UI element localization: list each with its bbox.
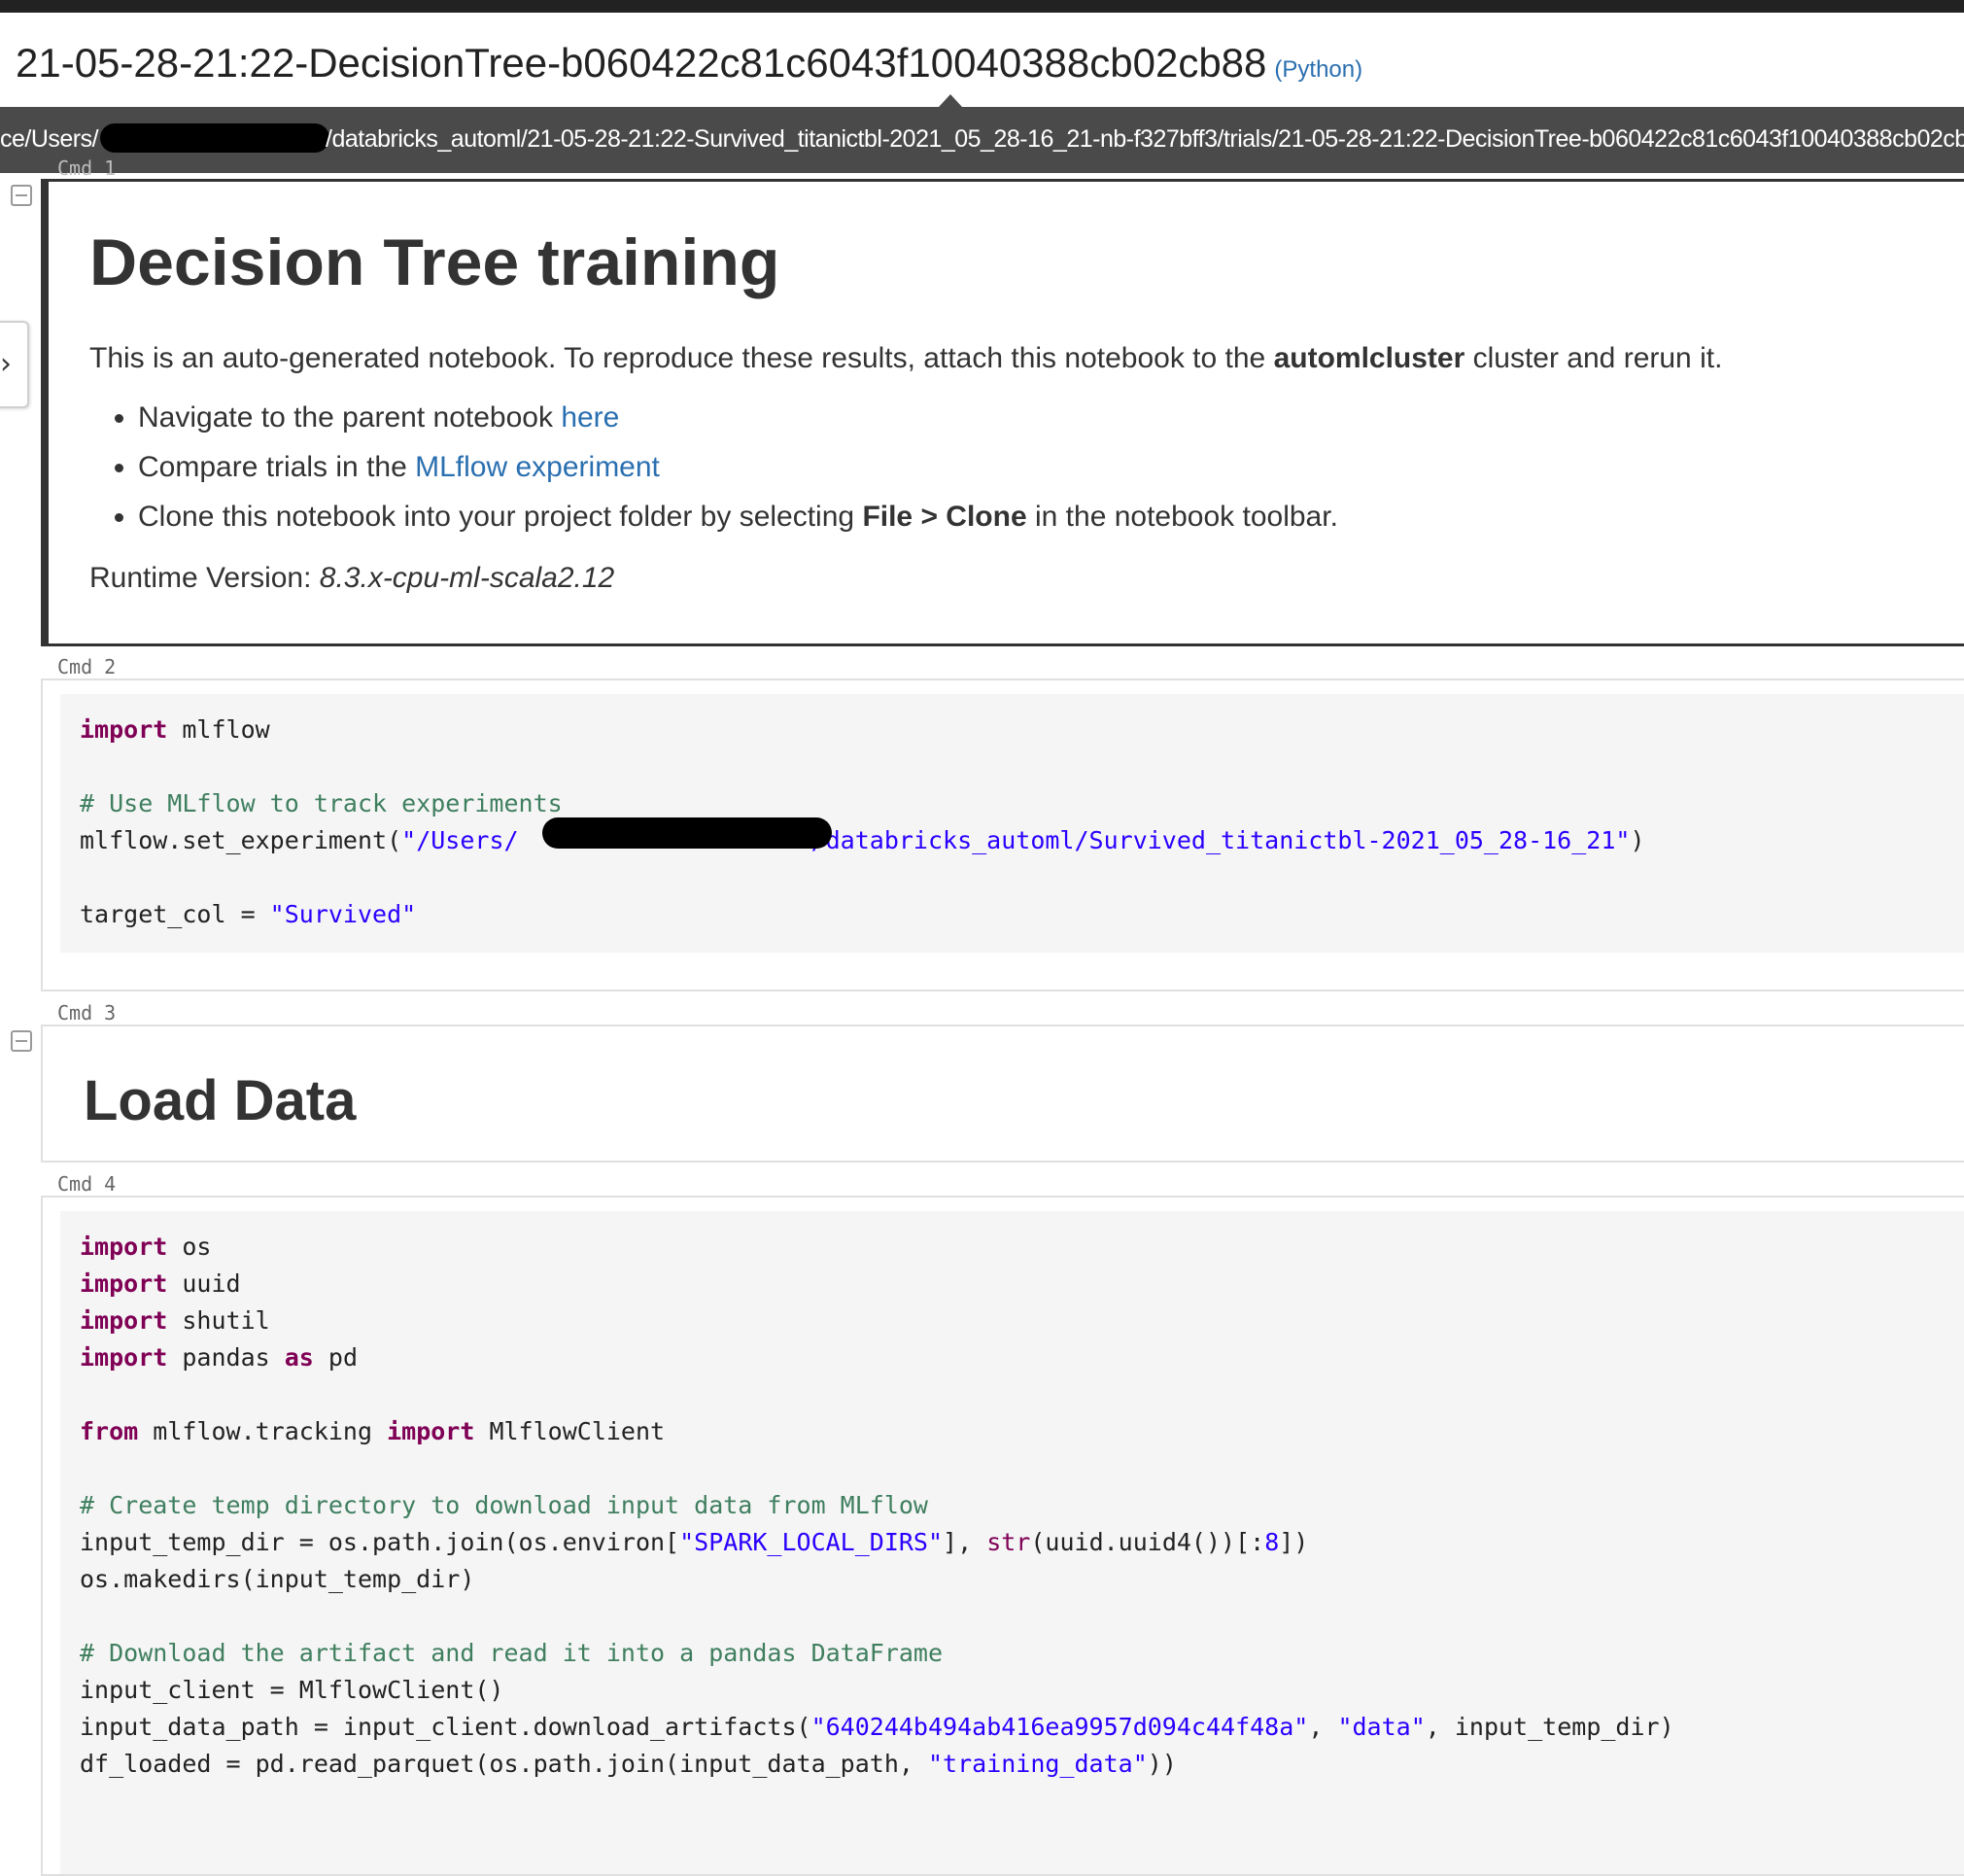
list-item: Clone this notebook into your project fo… — [138, 492, 1338, 541]
intro-text: This is an auto-generated notebook. To r… — [89, 342, 1274, 374]
intro-paragraph: This is an auto-generated notebook. To r… — [89, 342, 1722, 375]
path-prefix: ce/Users/ — [0, 125, 99, 153]
markdown-cell[interactable]: Decision Tree training This is an auto-g… — [41, 179, 1964, 646]
list-item-text-end: in the notebook toolbar. — [1026, 501, 1338, 533]
code-cell[interactable]: import mlflow # Use MLflow to track expe… — [41, 678, 1964, 991]
collapse-cell-icon[interactable] — [11, 1030, 32, 1052]
runtime-version: Runtime Version: 8.3.x-cpu-ml-scala2.12 — [89, 562, 614, 595]
list-item-text: Compare trials in the — [138, 451, 416, 483]
cell-heading: Decision Tree training — [89, 226, 780, 299]
runtime-label: Runtime Version: — [89, 562, 320, 594]
code-cell[interactable]: import os import uuid import shutil impo… — [41, 1196, 1964, 1876]
code-block: import os import uuid import shutil impo… — [80, 1233, 1674, 1778]
chevron-right-icon: › — [0, 347, 12, 381]
intro-text-end: cluster and rerun it. — [1464, 342, 1723, 374]
list-item: Navigate to the parent notebook here — [138, 393, 1338, 442]
cmd-label: Cmd 1 — [57, 156, 117, 180]
cell-heading: Load Data — [84, 1069, 357, 1132]
redaction — [542, 817, 832, 849]
cmd-label: Cmd 4 — [57, 1172, 117, 1196]
list-item-text: Clone this notebook into your project fo… — [138, 501, 863, 533]
path-suffix: /databricks_automl/21-05-28-21:22-Surviv… — [326, 125, 1964, 153]
cmd-label: Cmd 2 — [57, 655, 117, 678]
mlflow-experiment-link[interactable]: MLflow experiment — [415, 451, 660, 483]
top-bar — [0, 0, 1964, 13]
sidebar-toggle[interactable]: › — [0, 321, 29, 408]
menu-path: File > Clone — [862, 501, 1027, 533]
markdown-cell[interactable]: Load Data — [41, 1025, 1964, 1163]
list-item: Compare trials in the MLflow experiment — [138, 442, 1338, 492]
path-tooltip: ce/Users/ /databricks_automl/21-05-28-21… — [0, 107, 1964, 173]
language-badge[interactable]: (Python) — [1274, 56, 1362, 83]
cluster-name: automlcluster — [1273, 342, 1465, 374]
cmd-label: Cmd 3 — [57, 1001, 117, 1025]
code-block: import mlflow # Use MLflow to track expe… — [80, 715, 1645, 928]
parent-notebook-link[interactable]: here — [561, 401, 619, 434]
collapse-cell-icon[interactable] — [11, 185, 32, 206]
notebook-header: 21-05-28-21:22-DecisionTree-b060422c81c6… — [0, 13, 1964, 107]
tooltip-arrow — [939, 94, 962, 107]
list-item-text: Navigate to the parent notebook — [138, 401, 562, 434]
code-editor[interactable]: import mlflow # Use MLflow to track expe… — [60, 694, 1964, 953]
runtime-value: 8.3.x-cpu-ml-scala2.12 — [319, 562, 615, 594]
notebook-title-text[interactable]: 21-05-28-21:22-DecisionTree-b060422c81c6… — [16, 40, 1266, 86]
notebook-title[interactable]: 21-05-28-21:22-DecisionTree-b060422c81c6… — [16, 40, 1362, 87]
code-editor[interactable]: import os import uuid import shutil impo… — [60, 1211, 1964, 1874]
bullet-list: Navigate to the parent notebook here Com… — [49, 393, 1338, 541]
redaction — [100, 123, 329, 153]
